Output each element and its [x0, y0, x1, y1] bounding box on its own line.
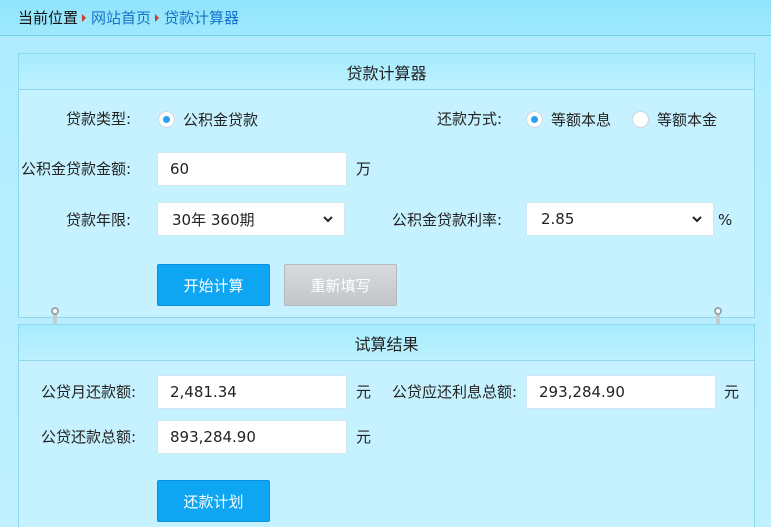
repay-total-label: 公贷还款总额: — [40, 428, 136, 446]
loan-type-radio[interactable]: 公积金贷款 — [158, 109, 258, 130]
interest-total-label: 公贷应还利息总额: — [391, 383, 517, 401]
amount-input[interactable]: 60 — [157, 152, 347, 186]
radio-unselected-icon[interactable] — [632, 111, 649, 128]
monthly-payment-value: 2,481.34 — [157, 375, 347, 409]
result-panel: 试算结果 公贷月还款额: 2,481.34 元 公贷应还利息总额: 293,28… — [18, 324, 755, 527]
radio-selected-icon[interactable] — [526, 111, 543, 128]
interest-total-unit: 元 — [724, 383, 740, 401]
chevron-down-icon — [323, 216, 333, 223]
repay-total-value: 893,284.90 — [157, 420, 347, 454]
interest-total-value: 293,284.90 — [526, 375, 716, 409]
repay-option-label: 等额本息 — [551, 111, 612, 129]
calculator-title: 贷款计算器 — [19, 54, 754, 90]
loan-type-option-label: 公积金贷款 — [183, 111, 259, 129]
breadcrumb-arrow-icon — [155, 13, 160, 22]
rate-select[interactable]: 2.85 — [526, 202, 714, 236]
term-select[interactable]: 30年 360期 — [157, 202, 345, 236]
rate-label: 公积金贷款利率: — [391, 211, 502, 229]
amount-label: 公积金贷款金额: — [20, 160, 131, 178]
repay-option-label: 等额本金 — [657, 111, 718, 129]
repay-option-equal-installment[interactable]: 等额本息 — [526, 109, 611, 130]
term-label: 贷款年限: — [65, 211, 131, 229]
monthly-payment-label: 公贷月还款额: — [40, 383, 136, 401]
breadcrumb: 当前位置 网站首页 贷款计算器 — [0, 0, 771, 36]
calculator-panel: 贷款计算器 贷款类型: 公积金贷款 还款方式: 等额本息 等额本金 公积金贷款金… — [18, 53, 755, 318]
repay-option-equal-principal[interactable]: 等额本金 — [632, 109, 717, 130]
breadcrumb-lead: 当前位置 — [18, 9, 79, 27]
rate-select-value: 2.85 — [541, 210, 575, 228]
reset-button[interactable]: 重新填写 — [284, 264, 397, 306]
breadcrumb-arrow-icon — [82, 13, 87, 22]
chevron-down-icon — [692, 216, 702, 223]
breadcrumb-link-home[interactable]: 网站首页 — [91, 7, 151, 28]
amount-unit: 万 — [356, 160, 372, 178]
repay-total-unit: 元 — [356, 428, 372, 446]
repay-method-label: 还款方式: — [436, 110, 502, 128]
repayment-plan-button[interactable]: 还款计划 — [157, 480, 270, 522]
breadcrumb-link-calculator[interactable]: 贷款计算器 — [164, 7, 239, 28]
term-select-value: 30年 360期 — [172, 210, 255, 229]
result-title: 试算结果 — [19, 325, 754, 361]
radio-selected-icon[interactable] — [158, 111, 175, 128]
loan-type-label: 贷款类型: — [65, 110, 131, 128]
rate-unit: % — [718, 211, 733, 229]
calculate-button[interactable]: 开始计算 — [157, 264, 270, 306]
